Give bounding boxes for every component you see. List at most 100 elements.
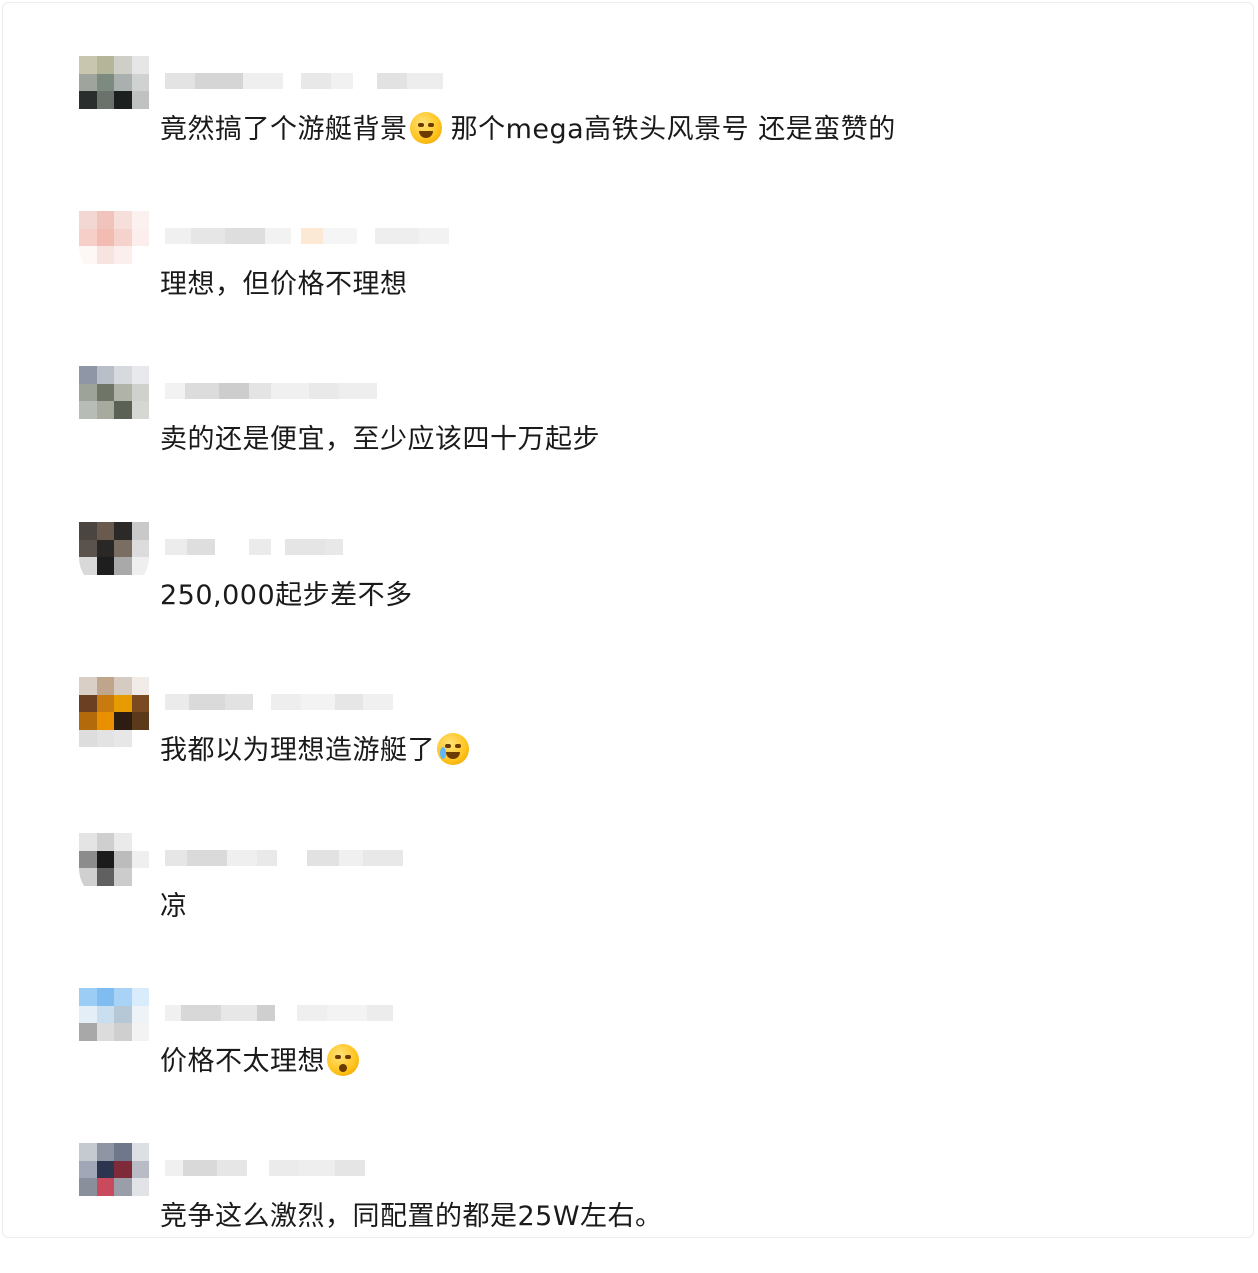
username-blur-block	[247, 1160, 269, 1176]
avatar-pixel	[114, 211, 132, 229]
avatar[interactable]	[79, 366, 149, 436]
avatar-pixel	[131, 91, 149, 109]
username-blur-block	[257, 850, 277, 866]
avatar-pixel	[79, 1160, 97, 1178]
avatar-pixel	[114, 677, 132, 695]
avatar-pixel	[79, 522, 97, 540]
avatar-pixel	[114, 1005, 132, 1023]
comment-item: 价格不太理想	[0, 988, 1258, 1118]
comment-item: 竞争这么激烈，同配置的都是25W左右。	[0, 1143, 1258, 1273]
avatar-pixel	[79, 228, 97, 246]
username-blur-block	[339, 850, 363, 866]
avatar-pixel	[79, 574, 97, 592]
username-blurred[interactable]	[165, 1002, 393, 1024]
username-blurred[interactable]	[165, 691, 393, 713]
avatar-pixel	[96, 56, 114, 74]
username-blur-block	[225, 694, 253, 710]
avatar-pixel	[96, 833, 114, 851]
avatar[interactable]	[79, 56, 149, 126]
avatar[interactable]	[79, 522, 149, 592]
avatar-pixel	[131, 1023, 149, 1041]
username-blur-block	[331, 73, 353, 89]
username-blur-block	[377, 73, 407, 89]
username-blur-block	[275, 1005, 297, 1021]
avatar[interactable]	[79, 677, 149, 747]
avatar-pixel	[131, 1160, 149, 1178]
avatar[interactable]	[79, 988, 149, 1058]
avatar-pixel	[79, 1195, 97, 1213]
username-blurred[interactable]	[165, 847, 403, 869]
username-blur-block	[217, 1160, 247, 1176]
avatar-pixel	[79, 694, 97, 712]
avatar-pixel	[79, 868, 97, 886]
username-blur-block	[335, 1160, 365, 1176]
username-blurred[interactable]	[165, 225, 449, 247]
username-blur-block	[297, 1005, 327, 1021]
username-blur-block	[165, 228, 191, 244]
username-blur-block	[301, 73, 331, 89]
username-blur-block	[227, 850, 257, 866]
avatar-pixel	[96, 1178, 114, 1196]
avatar[interactable]	[79, 833, 149, 903]
username-blur-block	[189, 694, 225, 710]
avatar-pixel	[114, 729, 132, 747]
avatar-pixel	[131, 401, 149, 419]
avatar-pixel	[114, 418, 132, 436]
avatar[interactable]	[79, 1143, 149, 1213]
username-blur-block	[253, 694, 271, 710]
username-blur-block	[195, 73, 243, 89]
avatar-pixel	[131, 574, 149, 592]
username-blurred[interactable]	[165, 1157, 365, 1179]
username-blurred[interactable]	[165, 536, 343, 558]
avatar-pixel	[79, 1023, 97, 1041]
comment-text: 理想，但价格不理想	[160, 267, 408, 303]
username-blur-block	[225, 228, 265, 244]
username-blur-block	[221, 1005, 257, 1021]
avatar-pixel	[114, 228, 132, 246]
avatar-pixel	[79, 885, 97, 903]
avatar-pixel	[96, 73, 114, 91]
avatar-pixel	[131, 228, 149, 246]
comment-item: 卖的还是便宜，至少应该四十万起步	[0, 366, 1258, 496]
username-blur-block	[165, 73, 195, 89]
comment-text: 250,000起步差不多	[160, 578, 413, 614]
username-blurred[interactable]	[165, 70, 443, 92]
avatar-pixel	[114, 988, 132, 1006]
avatar-pixel	[96, 246, 114, 264]
avatar-pixel	[114, 850, 132, 868]
avatar-pixel	[79, 833, 97, 851]
avatar-pixel	[96, 366, 114, 384]
comment-item: 竟然搞了个游艇背景 那个mega高铁头风景号 还是蛮赞的	[0, 56, 1258, 186]
avatar-pixel	[96, 712, 114, 730]
avatar-pixel	[131, 557, 149, 575]
avatar-pixel	[131, 677, 149, 695]
avatar-pixel	[114, 1160, 132, 1178]
avatar-pixel	[114, 868, 132, 886]
avatar-pixel	[96, 868, 114, 886]
username-blurred[interactable]	[165, 380, 377, 402]
avatar-pixel	[114, 246, 132, 264]
avatar-pixel	[96, 228, 114, 246]
avatar-pixel	[96, 1143, 114, 1161]
username-blur-block	[265, 228, 291, 244]
username-blur-block	[187, 850, 227, 866]
username-blur-block	[325, 539, 343, 555]
avatar-pixel	[96, 729, 114, 747]
comment-item: 250,000起步差不多	[0, 522, 1258, 652]
avatar[interactable]	[79, 211, 149, 281]
avatar-pixel	[96, 1195, 114, 1213]
avatar-pixel	[79, 1143, 97, 1161]
avatar-pixel	[79, 988, 97, 1006]
avatar-pixel	[79, 366, 97, 384]
avatar-pixel	[131, 56, 149, 74]
avatar-pixel	[131, 712, 149, 730]
comment-text-main: 理想，但价格不理想	[160, 269, 408, 300]
avatar-pixel	[114, 712, 132, 730]
username-blur-block	[285, 539, 325, 555]
avatar-pixel	[79, 263, 97, 281]
username-blur-block	[271, 383, 309, 399]
avatar-pixel	[114, 522, 132, 540]
comment-text-main: 竞争这么激烈，同配置的都是25W左右。	[160, 1201, 663, 1232]
avatar-pixel	[79, 677, 97, 695]
avatar-pixel	[96, 1023, 114, 1041]
